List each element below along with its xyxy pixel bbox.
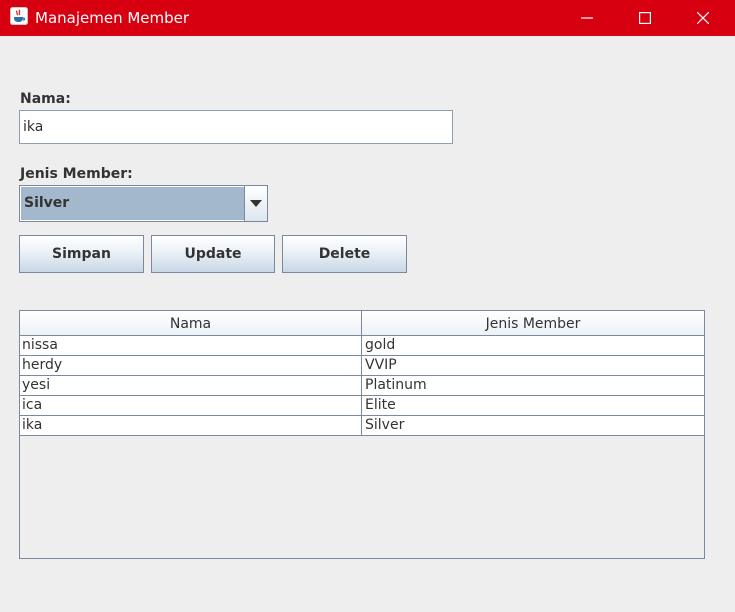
title-bar[interactable]: Manajemen Member bbox=[0, 0, 735, 36]
maximize-button[interactable] bbox=[616, 0, 674, 36]
cell-nama[interactable]: herdy bbox=[20, 356, 362, 375]
chevron-down-icon bbox=[250, 200, 262, 207]
close-icon bbox=[697, 12, 709, 24]
java-icon bbox=[10, 7, 28, 25]
nama-label: Nama: bbox=[20, 91, 71, 107]
simpan-button[interactable]: Simpan bbox=[19, 235, 144, 273]
cell-nama[interactable]: ika bbox=[20, 416, 362, 435]
table-body: nissa gold herdy VVIP yesi Platinum ica … bbox=[20, 336, 704, 436]
jenis-member-select[interactable]: Silver bbox=[19, 185, 268, 222]
table-row[interactable]: nissa gold bbox=[20, 336, 704, 356]
cell-jenis-member[interactable]: Platinum bbox=[362, 376, 704, 395]
table-header: Nama Jenis Member bbox=[20, 311, 704, 336]
dropdown-arrow-button[interactable] bbox=[244, 186, 267, 221]
cell-nama[interactable]: ica bbox=[20, 396, 362, 415]
jenis-member-label: Jenis Member: bbox=[20, 166, 133, 182]
table-row[interactable]: yesi Platinum bbox=[20, 376, 704, 396]
maximize-icon bbox=[639, 12, 651, 24]
table-row[interactable]: ica Elite bbox=[20, 396, 704, 416]
cell-jenis-member[interactable]: VVIP bbox=[362, 356, 704, 375]
minimize-button[interactable] bbox=[558, 0, 616, 36]
cell-nama[interactable]: yesi bbox=[20, 376, 362, 395]
member-table[interactable]: Nama Jenis Member nissa gold herdy VVIP … bbox=[19, 310, 705, 559]
column-header-nama[interactable]: Nama bbox=[20, 311, 362, 335]
cell-nama[interactable]: nissa bbox=[20, 336, 362, 355]
minimize-icon bbox=[581, 17, 593, 19]
cell-jenis-member[interactable]: Silver bbox=[362, 416, 704, 435]
cell-jenis-member[interactable]: Elite bbox=[362, 396, 704, 415]
window-title: Manajemen Member bbox=[35, 9, 190, 27]
nama-input[interactable] bbox=[19, 110, 453, 144]
jenis-member-selected-value: Silver bbox=[21, 187, 244, 220]
table-row[interactable]: herdy VVIP bbox=[20, 356, 704, 376]
delete-button[interactable]: Delete bbox=[282, 235, 407, 273]
update-button[interactable]: Update bbox=[151, 235, 275, 273]
column-header-jenis-member[interactable]: Jenis Member bbox=[362, 311, 704, 335]
close-button[interactable] bbox=[674, 0, 732, 36]
cell-jenis-member[interactable]: gold bbox=[362, 336, 704, 355]
table-row[interactable]: ika Silver bbox=[20, 416, 704, 436]
